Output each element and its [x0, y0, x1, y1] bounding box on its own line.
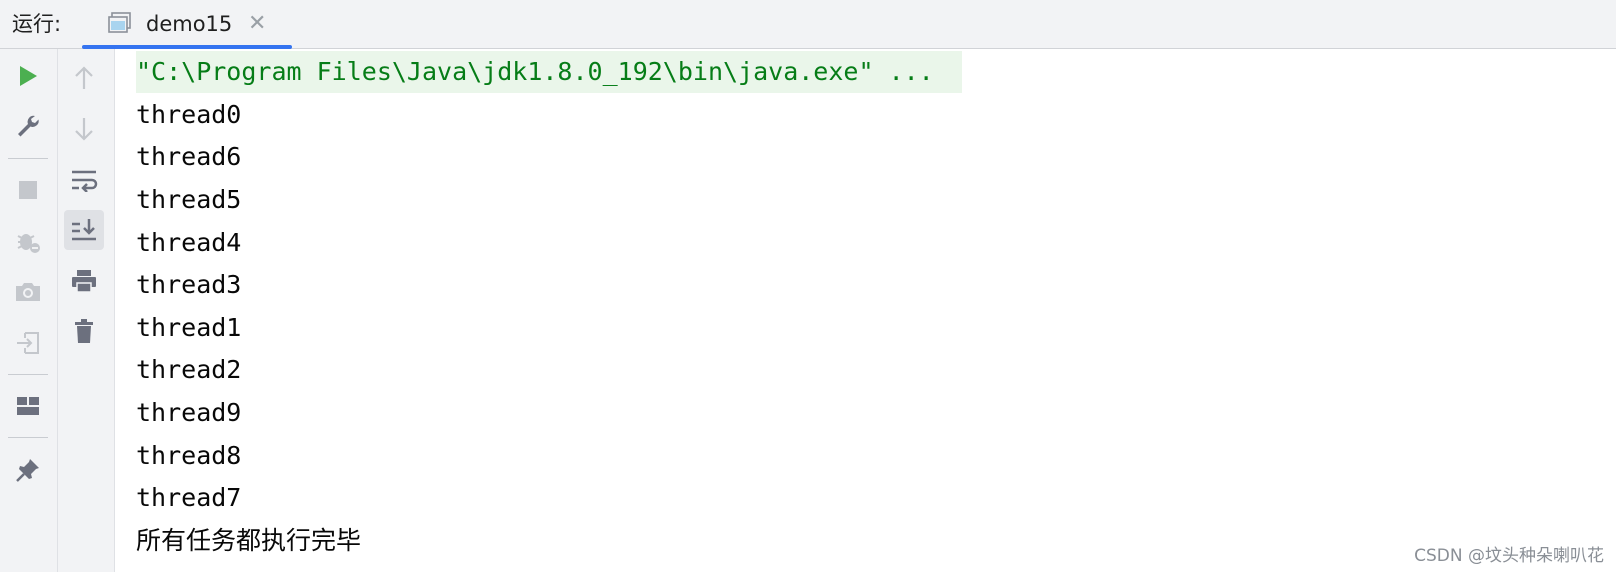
debug-icon[interactable]: [8, 221, 48, 261]
run-label: 运行:: [12, 12, 62, 36]
soft-wrap-icon[interactable]: [64, 160, 104, 200]
console-line: thread4: [136, 228, 242, 257]
arrow-up-icon[interactable]: [64, 58, 104, 98]
console-line: thread7: [136, 483, 242, 512]
console-line: thread3: [136, 270, 242, 299]
console-output[interactable]: "C:\Program Files\Java\jdk1.8.0_192\bin\…: [115, 49, 1616, 572]
console-line: thread9: [136, 398, 242, 427]
console-line: thread5: [136, 185, 242, 214]
console-line: thread2: [136, 355, 242, 384]
stop-icon[interactable]: [8, 170, 48, 210]
close-icon[interactable]: ✕: [248, 11, 266, 37]
console-line: thread8: [136, 441, 242, 470]
login-icon[interactable]: [8, 323, 48, 363]
arrow-down-icon[interactable]: [64, 109, 104, 149]
toolbar-separator: [8, 437, 48, 438]
tab-demo15[interactable]: demo15 ✕: [82, 0, 292, 49]
run-config-icon: [108, 12, 132, 34]
layout-icon[interactable]: [8, 386, 48, 426]
tab-title: demo15: [146, 12, 233, 36]
watermark: CSDN @坟头种朵喇叭花: [1414, 546, 1604, 566]
rerun-icon[interactable]: [8, 56, 48, 96]
run-toolbar-secondary: [58, 49, 115, 572]
tool-window-header: 运行: demo15 ✕: [0, 0, 1616, 49]
trash-icon[interactable]: [64, 311, 104, 351]
console-final-message: 所有任务都执行完毕: [136, 526, 362, 555]
camera-icon[interactable]: [8, 272, 48, 312]
console-line: thread6: [136, 142, 242, 171]
wrench-icon[interactable]: [8, 106, 48, 146]
run-toolbar-primary: [0, 49, 58, 572]
scroll-to-end-icon[interactable]: [64, 210, 104, 250]
toolbar-separator: [8, 374, 48, 375]
toolbar-separator: [8, 158, 48, 159]
print-icon[interactable]: [64, 261, 104, 301]
console-line: thread0: [136, 100, 242, 129]
console-command-line: "C:\Program Files\Java\jdk1.8.0_192\bin\…: [136, 51, 962, 93]
pin-icon[interactable]: [8, 450, 48, 490]
console-line: thread1: [136, 313, 242, 342]
